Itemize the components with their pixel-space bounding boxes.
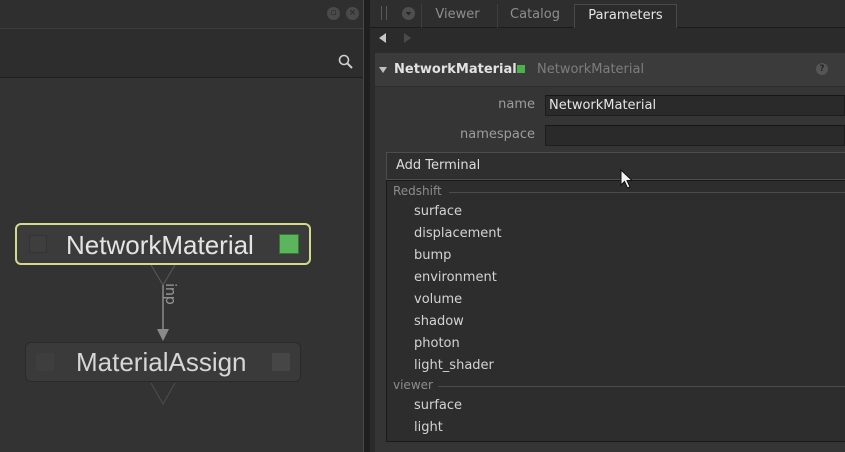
node-graph-pane: ▫ × inp NetworkMaterial MaterialAssign xyxy=(0,0,363,452)
tab-catalog[interactable]: Catalog xyxy=(497,4,572,28)
node-bypass-toggle[interactable] xyxy=(36,353,54,371)
menu-item-surface[interactable]: surface xyxy=(414,201,462,223)
help-icon[interactable]: ? xyxy=(816,63,828,75)
parameters-panel: NetworkMaterial NetworkMaterial ? name n… xyxy=(375,53,845,452)
collapse-triangle-icon[interactable] xyxy=(379,67,387,73)
menu-item-bump[interactable]: bump xyxy=(414,245,451,267)
node-name: NetworkMaterial xyxy=(394,62,517,77)
app-window: ▫ × inp NetworkMaterial MaterialAssign V… xyxy=(0,0,845,452)
pane-menu-icon[interactable] xyxy=(402,7,415,20)
pane-grip-icon[interactable] xyxy=(381,6,387,20)
node-view-flag[interactable] xyxy=(279,234,299,254)
node-graph-canvas[interactable]: inp NetworkMaterial MaterialAssign xyxy=(0,79,363,452)
node-graph-toolbar xyxy=(0,28,363,78)
menu-section-redshift: Redshift xyxy=(393,184,442,198)
menu-item-shadow[interactable]: shadow xyxy=(414,311,464,333)
namespace-label: namespace xyxy=(459,127,535,142)
name-field[interactable] xyxy=(545,95,845,116)
menu-item-viewer-light[interactable]: light xyxy=(414,417,443,439)
namespace-field[interactable] xyxy=(545,125,845,146)
menu-item-volume[interactable]: volume xyxy=(414,289,462,311)
node-header: NetworkMaterial NetworkMaterial ? xyxy=(375,53,845,87)
connection-port-label: inp xyxy=(162,283,178,305)
node-bypass-toggle[interactable] xyxy=(29,235,47,253)
menu-separator xyxy=(438,386,845,387)
node-label: MaterialAssign xyxy=(76,347,247,377)
node-connections xyxy=(150,264,176,406)
menu-item-photon[interactable]: photon xyxy=(414,333,460,355)
mouse-pointer-icon xyxy=(620,169,634,189)
node-type: NetworkMaterial xyxy=(537,62,645,77)
maximize-icon[interactable]: ▫ xyxy=(327,7,340,20)
node-label: NetworkMaterial xyxy=(66,230,254,260)
name-label: name xyxy=(498,97,535,112)
menu-item-displacement[interactable]: displacement xyxy=(414,223,502,245)
node-view-flag[interactable] xyxy=(272,353,290,371)
node-graph-titlebar: ▫ × xyxy=(0,0,363,28)
close-icon[interactable]: × xyxy=(346,7,359,20)
menu-item-light-shader[interactable]: light_shader xyxy=(414,355,494,377)
node-network-material[interactable]: NetworkMaterial xyxy=(15,223,311,265)
parameters-pane: Viewer Catalog Parameters NetworkMateria… xyxy=(370,0,845,452)
add-terminal-menu: Redshift surface displacement bump envir… xyxy=(386,180,845,442)
menu-section-viewer: viewer xyxy=(393,378,433,392)
pane-splitter[interactable] xyxy=(363,0,370,452)
node-material-assign[interactable]: MaterialAssign xyxy=(25,342,301,382)
tab-viewer[interactable]: Viewer xyxy=(421,4,493,28)
history-nav xyxy=(370,28,845,50)
view-flag-indicator xyxy=(517,65,525,73)
back-arrow-icon[interactable] xyxy=(379,33,386,43)
search-icon[interactable] xyxy=(337,53,355,71)
menu-item-environment[interactable]: environment xyxy=(414,267,497,289)
add-terminal-button[interactable]: Add Terminal xyxy=(386,152,845,180)
tab-bar: Viewer Catalog Parameters xyxy=(370,0,845,28)
menu-item-viewer-surface[interactable]: surface xyxy=(414,395,462,417)
menu-separator xyxy=(449,192,845,193)
tab-parameters[interactable]: Parameters xyxy=(574,4,677,28)
forward-arrow-icon[interactable] xyxy=(404,33,411,43)
